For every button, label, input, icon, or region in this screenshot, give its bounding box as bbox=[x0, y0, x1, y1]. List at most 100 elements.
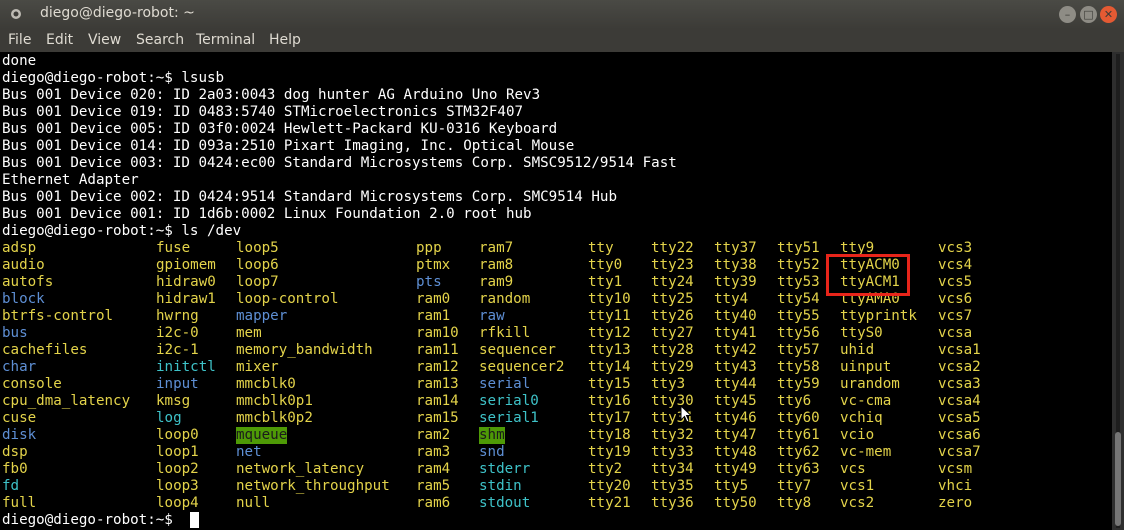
dev-entry: vcsa bbox=[938, 325, 973, 341]
dev-entry: tty34 bbox=[651, 461, 694, 477]
menu-edit[interactable]: Edit bbox=[46, 32, 73, 48]
output-line: Bus 001 Device 003: ID 0424:ec00 Standar… bbox=[2, 155, 677, 171]
dev-entry: vcsa1 bbox=[938, 342, 981, 358]
dev-entry: tty59 bbox=[777, 376, 820, 392]
dev-entry: tty56 bbox=[777, 325, 820, 341]
dev-entry: tty33 bbox=[651, 444, 694, 460]
dev-entry: tty51 bbox=[777, 240, 820, 256]
dev-entry: vcio bbox=[840, 427, 875, 443]
output-line: Bus 001 Device 001: ID 1d6b:0002 Linux F… bbox=[2, 206, 532, 222]
output-line: Bus 001 Device 002: ID 0424:9514 Standar… bbox=[2, 189, 617, 205]
dev-entry: tty38 bbox=[714, 257, 757, 273]
dev-entry: ram15 bbox=[416, 410, 459, 426]
dev-entry: ram8 bbox=[479, 257, 514, 273]
prompt-line: diego@diego-robot:~$ ls /dev bbox=[2, 223, 242, 239]
close-icon[interactable]: ✕ bbox=[1100, 6, 1117, 23]
dev-entry: ppp bbox=[416, 240, 442, 256]
title-bar[interactable]: diego@diego-robot: ~ – □ ✕ bbox=[0, 0, 1124, 29]
scroll-thumb[interactable] bbox=[1115, 432, 1121, 526]
dev-entry: vcsa7 bbox=[938, 444, 981, 460]
terminal-output[interactable]: done diego@diego-robot:~$ lsusb Bus 001 … bbox=[0, 52, 1112, 530]
menu-view[interactable]: View bbox=[88, 32, 121, 48]
dev-entry: rfkill bbox=[479, 325, 531, 341]
dev-entry: vcsa5 bbox=[938, 410, 981, 426]
dev-entry: tty29 bbox=[651, 359, 694, 375]
dev-entry: tty61 bbox=[777, 427, 820, 443]
dev-entry: ram13 bbox=[416, 376, 459, 392]
terminal-window: diego@diego-robot: ~ – □ ✕ File Edit Vie… bbox=[0, 0, 1124, 530]
dev-entry: loop3 bbox=[156, 478, 199, 494]
dev-entry: mixer bbox=[236, 359, 279, 375]
dev-entry: network_latency bbox=[236, 461, 365, 477]
dev-entry: tty19 bbox=[588, 444, 631, 460]
dev-entry: mmcblk0p2 bbox=[236, 410, 313, 426]
maximize-icon[interactable]: □ bbox=[1080, 6, 1097, 23]
dev-entry: vcsa2 bbox=[938, 359, 981, 375]
dev-entry: ttyprintk bbox=[840, 308, 917, 324]
dev-entry: ptmx bbox=[416, 257, 451, 273]
minimize-icon[interactable]: – bbox=[1059, 6, 1076, 23]
mouse-pointer-icon bbox=[680, 405, 692, 423]
dev-entry: stdin bbox=[479, 478, 522, 494]
dev-entry: ttyS0 bbox=[840, 325, 883, 341]
dev-entry: i2c-1 bbox=[156, 342, 199, 358]
output-line: Bus 001 Device 005: ID 03f0:0024 Hewlett… bbox=[2, 121, 558, 137]
output-line: Bus 001 Device 014: ID 093a:2510 Pixart … bbox=[2, 138, 575, 154]
dev-entry: tty46 bbox=[714, 410, 757, 426]
dev-entry: input bbox=[156, 376, 199, 392]
dev-entry: tty4 bbox=[714, 291, 749, 307]
dev-entry: tty23 bbox=[651, 257, 694, 273]
dev-entry: vc-mem bbox=[840, 444, 892, 460]
output-line: done bbox=[2, 53, 37, 69]
dev-entry: tty60 bbox=[777, 410, 820, 426]
dev-entry: vcs6 bbox=[938, 291, 973, 307]
dev-entry: ram3 bbox=[416, 444, 451, 460]
dev-entry: log bbox=[156, 410, 182, 426]
dev-entry: tty18 bbox=[588, 427, 631, 443]
dev-entry: btrfs-control bbox=[2, 308, 114, 324]
dev-entry: network_throughput bbox=[236, 478, 390, 494]
scrollbar[interactable] bbox=[1112, 52, 1124, 530]
menu-file[interactable]: File bbox=[8, 32, 31, 48]
dev-entry: tty20 bbox=[588, 478, 631, 494]
dev-entry: initctl bbox=[156, 359, 216, 375]
dev-entry: serial0 bbox=[479, 393, 539, 409]
dev-entry: tty25 bbox=[651, 291, 694, 307]
output-line: Ethernet Adapter bbox=[2, 172, 139, 188]
dev-entry: null bbox=[236, 495, 271, 511]
dev-entry: console bbox=[2, 376, 62, 392]
dev-entry: loop4 bbox=[156, 495, 199, 511]
dev-entry: raw bbox=[479, 308, 505, 324]
dev-entry: vcsm bbox=[938, 461, 973, 477]
dev-entry: tty58 bbox=[777, 359, 820, 375]
dev-entry: vcs4 bbox=[938, 257, 973, 273]
dev-entry: serial bbox=[479, 376, 531, 392]
menu-help[interactable]: Help bbox=[269, 32, 301, 48]
dev-entry: vcsa3 bbox=[938, 376, 981, 392]
dev-entry: tty62 bbox=[777, 444, 820, 460]
dev-entry: tty21 bbox=[588, 495, 631, 511]
dev-entry: vcsa4 bbox=[938, 393, 981, 409]
dev-entry: ram6 bbox=[416, 495, 451, 511]
dev-entry: tty50 bbox=[714, 495, 757, 511]
menu-terminal[interactable]: Terminal bbox=[196, 32, 255, 48]
dev-entry: adsp bbox=[2, 240, 37, 256]
dev-entry: tty1 bbox=[588, 274, 623, 290]
dev-entry: uhid bbox=[840, 342, 875, 358]
dev-entry: loop5 bbox=[236, 240, 279, 256]
dev-entry: tty16 bbox=[588, 393, 631, 409]
dev-entry: tty40 bbox=[714, 308, 757, 324]
dev-entry: urandom bbox=[840, 376, 900, 392]
dev-entry: ram9 bbox=[479, 274, 514, 290]
dev-entry: sequencer2 bbox=[479, 359, 565, 375]
dev-entry: stderr bbox=[479, 461, 531, 477]
dev-entry: tty54 bbox=[777, 291, 820, 307]
dev-entry: mqueue bbox=[236, 427, 288, 444]
dev-entry: vcs5 bbox=[938, 274, 973, 290]
dev-entry: loop-control bbox=[236, 291, 339, 307]
dev-entry: cuse bbox=[2, 410, 37, 426]
output-line: Bus 001 Device 019: ID 0483:5740 STMicro… bbox=[2, 104, 524, 120]
terminal-app-icon bbox=[11, 9, 21, 19]
menu-search[interactable]: Search bbox=[136, 32, 184, 48]
dev-entry: ram0 bbox=[416, 291, 451, 307]
